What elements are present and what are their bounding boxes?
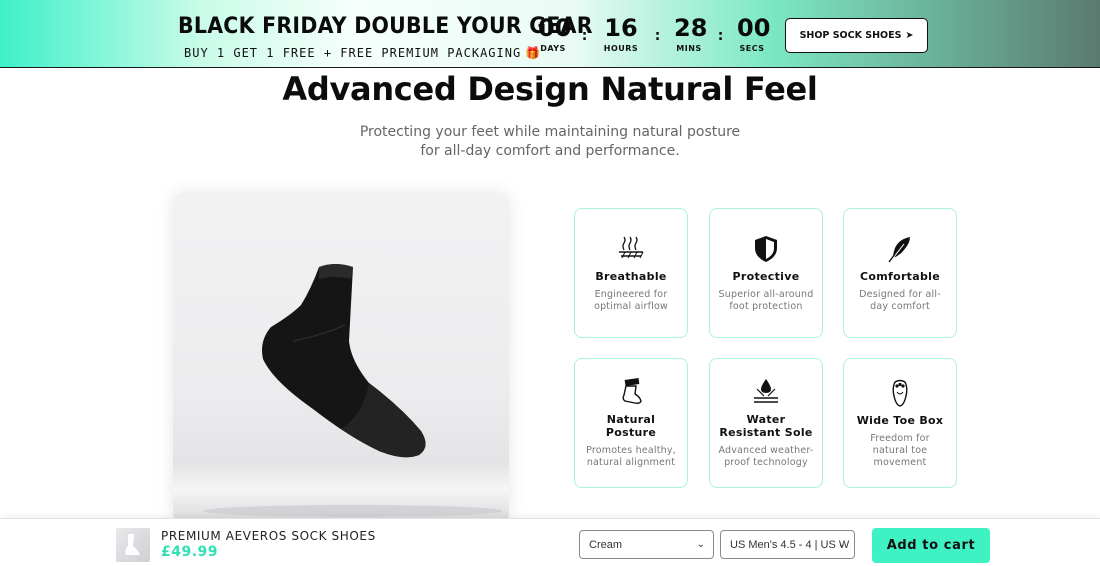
countdown-days-value: 00: [538, 14, 572, 42]
feature-title: Comfortable: [860, 269, 940, 283]
countdown-days-label: DAYS: [540, 44, 566, 53]
banner-headline: BLACK FRIDAY DOUBLE YOUR GEAR: [178, 14, 593, 39]
sock-shoe-illustration: [203, 264, 503, 517]
thumbnail-image: [125, 534, 140, 555]
feature-desc: Advanced weather-proof technology: [718, 445, 814, 468]
countdown-separator: :: [654, 28, 661, 44]
countdown-hours: 16 HOURS: [601, 14, 641, 53]
feature-card-breathable: Breathable Engineered for optimal airflo…: [574, 208, 688, 338]
countdown-days: 00 DAYS: [538, 14, 572, 53]
feature-desc: Promotes healthy, natural alignment: [586, 445, 676, 468]
arrow-right-icon: ➤: [905, 30, 914, 41]
size-select-value: US Men's 4.5 - 4 | US W: [730, 538, 850, 551]
foot-posture-icon: [622, 378, 642, 404]
countdown-mins-value: 28: [674, 14, 708, 42]
countdown-mins-label: MINS: [676, 44, 702, 53]
product-name: PREMIUM AEVEROS SOCK SHOES: [161, 529, 376, 543]
toe-box-icon: [892, 379, 908, 407]
countdown-mins: 28 MINS: [674, 14, 708, 53]
shop-sock-shoes-button[interactable]: SHOP SOCK SHOES ➤: [785, 18, 928, 53]
countdown-separator: :: [717, 28, 724, 44]
feature-title: Wide Toe Box: [856, 413, 944, 427]
section-subtitle: Protecting your feet while maintaining n…: [0, 123, 1100, 161]
sticky-add-to-cart-bar: PREMIUM AEVEROS SOCK SHOES £49.99 Cream …: [0, 518, 1100, 566]
shop-button-label: SHOP SOCK SHOES: [799, 30, 902, 41]
color-select-value: Cream: [589, 538, 623, 551]
countdown-hours-value: 16: [604, 14, 638, 42]
feature-card-wide-toe-box: Wide Toe Box Freedom for natural toe mov…: [843, 358, 957, 488]
shield-icon: [755, 235, 777, 262]
feature-desc: Freedom for natural toe movement: [870, 432, 930, 468]
feature-desc: Superior all-around foot protection: [718, 288, 814, 312]
feature-desc: Engineered for optimal airflow: [594, 288, 668, 312]
breathable-icon: [619, 236, 644, 258]
section-subtitle-line1: Protecting your feet while maintaining n…: [359, 124, 741, 140]
promo-banner: BLACK FRIDAY DOUBLE YOUR GEAR BUY 1 GET …: [0, 0, 1100, 68]
feature-card-water-resistant: Water Resistant Sole Advanced weather-pr…: [709, 358, 823, 488]
banner-subline-text: BUY 1 GET 1 FREE + FREE PREMIUM PACKAGIN…: [184, 46, 522, 60]
feature-title: Protective: [732, 269, 800, 283]
product-price: £49.99: [161, 544, 219, 560]
feather-icon: [888, 236, 910, 262]
chevron-down-icon: ⌄: [696, 539, 705, 550]
feature-card-natural-posture: Natural Posture Promotes healthy, natura…: [574, 358, 688, 488]
countdown-hours-label: HOURS: [603, 44, 639, 53]
chevron-down-icon: ⌄: [837, 539, 846, 550]
add-to-cart-button[interactable]: Add to cart: [872, 528, 990, 563]
section-title: Advanced Design Natural Feel: [282, 70, 818, 108]
add-to-cart-label: Add to cart: [886, 538, 976, 553]
countdown-timer: 00 DAYS : 16 HOURS : 28 MINS : 00 SECS: [538, 14, 771, 58]
product-image: [173, 193, 509, 523]
feature-desc: Designed for all-day comfort: [859, 288, 941, 312]
water-drop-icon: [754, 379, 778, 403]
feature-card-comfortable: Comfortable Designed for all-day comfort: [843, 208, 957, 338]
section-subtitle-line2: for all-day comfort and performance.: [420, 143, 680, 159]
countdown-secs-label: SECS: [739, 44, 765, 53]
feature-title: Natural Posture: [605, 413, 657, 439]
feature-title: Breathable: [595, 269, 667, 283]
size-select[interactable]: US Men's 4.5 - 4 | US W ⌄: [720, 530, 855, 559]
color-select[interactable]: Cream ⌄: [579, 530, 714, 559]
countdown-secs-value: 00: [737, 14, 771, 42]
countdown-separator: :: [581, 28, 588, 44]
banner-subline: BUY 1 GET 1 FREE + FREE PREMIUM PACKAGIN…: [184, 46, 541, 60]
countdown-secs: 00 SECS: [737, 14, 771, 53]
feature-card-protective: Protective Superior all-around foot prot…: [709, 208, 823, 338]
product-thumbnail: [116, 528, 150, 562]
feature-title: Water Resistant Sole: [719, 413, 813, 439]
